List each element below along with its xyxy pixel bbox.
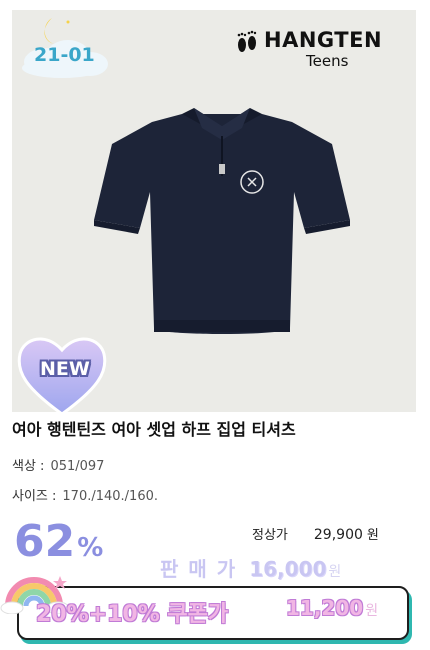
product-title[interactable]: 여아 행텐틴즈 여아 셋업 하프 집업 티셔츠 [12, 416, 296, 440]
regular-price-value: 29,900 [313, 527, 363, 543]
brand-sub: Teens [306, 52, 349, 70]
size-row: 사이즈 : 170./140./160. [12, 485, 158, 504]
collection-code: 21-01 [34, 44, 95, 66]
discount-rate: 62% [14, 516, 103, 567]
product-photo[interactable]: 21-01 HANGTEN Teens NEW [12, 10, 416, 412]
color-label: 색상 : [12, 459, 45, 474]
coupon-price: 11,200 원 [286, 596, 378, 620]
regular-price-label: 정상가 [252, 528, 288, 543]
hangten-feet-logo [237, 30, 257, 52]
coupon-price-value: 11,200 [286, 596, 364, 620]
size-value: 170./140./160. [62, 489, 159, 504]
new-badge-label: NEW [40, 358, 90, 380]
sale-price-value: 16,000 [249, 557, 327, 581]
coupon-price-won: 원 [365, 603, 379, 619]
regular-price: 정상가 29,900 원 [252, 524, 379, 543]
sale-price: 판매가 16,000 원 [160, 553, 341, 582]
regular-price-won: 원 [366, 528, 379, 543]
sale-price-label: 판매가 [160, 557, 246, 581]
coupon-label: 20%+10% 쿠폰가 [36, 602, 229, 627]
discount-percent: % [77, 533, 104, 563]
brand-logo: HANGTEN Teens [234, 24, 404, 74]
discount-number: 62 [14, 516, 76, 567]
product-card[interactable]: 21-01 HANGTEN Teens NEW 여아 행텐틴즈 여아 셋업 하프… [0, 0, 430, 650]
product-image-shirt [94, 108, 350, 334]
sale-price-won: 원 [328, 564, 342, 580]
color-row: 색상 : 051/097 [12, 455, 104, 474]
brand-name: HANGTEN [264, 28, 383, 52]
color-value: 051/097 [50, 459, 105, 474]
size-label: 사이즈 : [12, 489, 57, 504]
